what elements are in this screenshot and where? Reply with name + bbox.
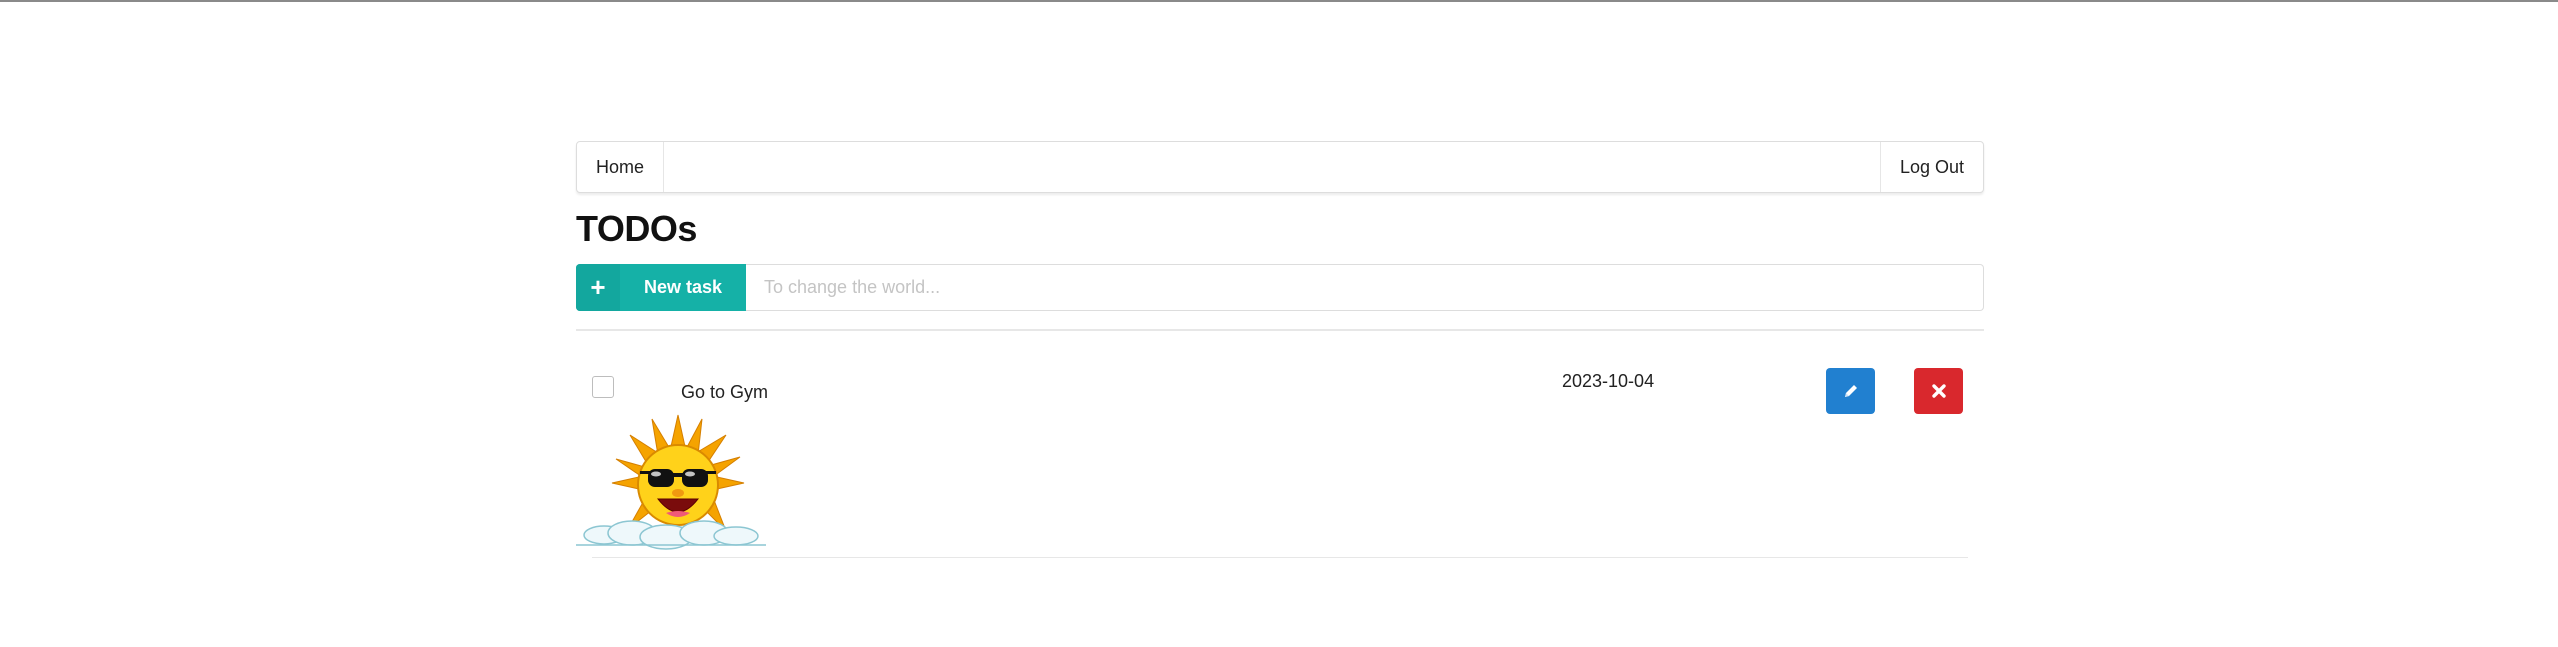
task-complete-checkbox[interactable] <box>592 376 614 398</box>
new-task-input[interactable] <box>746 264 1984 311</box>
plus-icon: + <box>576 264 620 311</box>
new-task-bar: + New task <box>576 264 1984 311</box>
navbar-spacer <box>664 142 1880 192</box>
task-row: Go to Gym 2023-10-04 <box>576 331 1984 568</box>
x-icon <box>1931 384 1946 398</box>
app-container: Home Log Out TODOs + New task Go to Gym … <box>576 141 1984 568</box>
task-row-divider <box>592 557 1968 558</box>
navbar: Home Log Out <box>576 141 1984 193</box>
page-title: TODOs <box>576 208 697 249</box>
nav-home-link[interactable]: Home <box>577 142 665 192</box>
sun-with-sunglasses-image <box>576 414 766 550</box>
new-task-label: New task <box>643 277 723 297</box>
edit-task-button[interactable] <box>1826 368 1875 414</box>
top-border <box>0 0 2558 2</box>
task-date: 2023-10-04 <box>1562 371 1655 391</box>
nav-logout-link[interactable]: Log Out <box>1879 142 1983 192</box>
task-name: Go to Gym <box>681 382 769 402</box>
delete-task-button[interactable] <box>1914 368 1963 414</box>
pencil-icon <box>1844 385 1857 397</box>
task-list: Go to Gym 2023-10-04 <box>576 331 1984 568</box>
new-task-button[interactable]: + New task <box>576 264 746 311</box>
